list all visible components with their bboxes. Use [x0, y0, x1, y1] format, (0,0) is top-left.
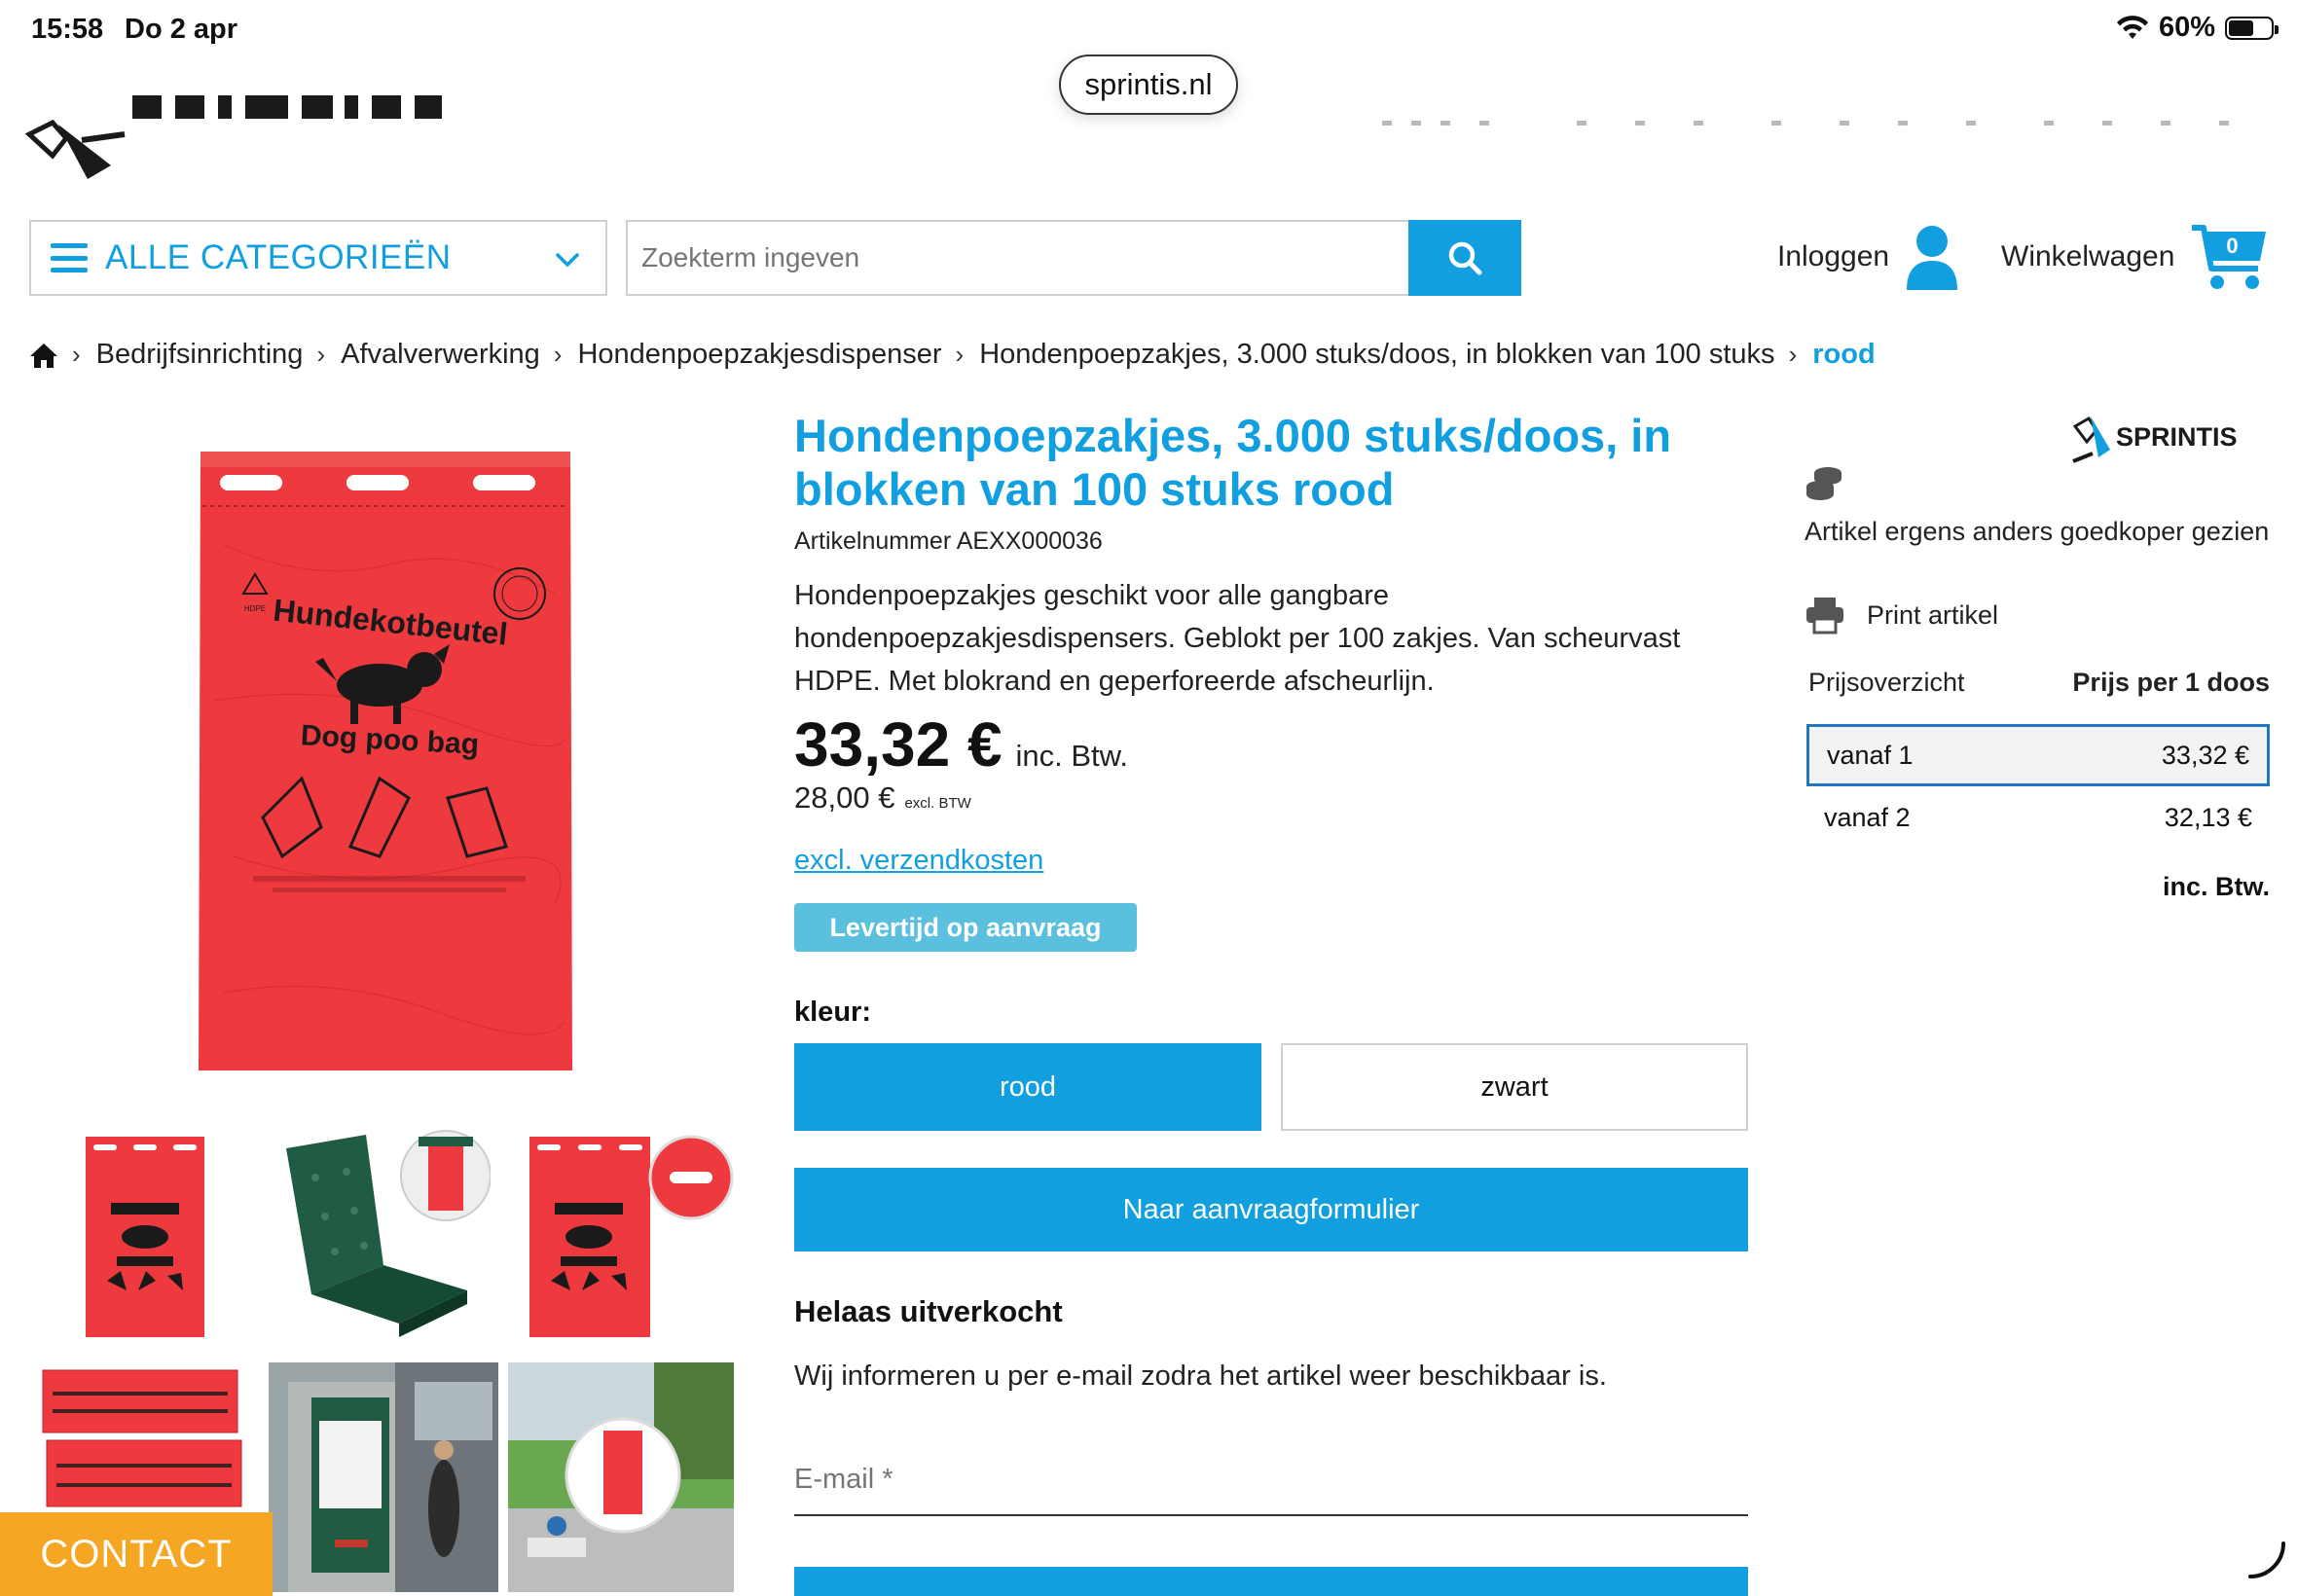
battery-icon — [2225, 16, 2279, 40]
breadcrumb-current: rood — [1812, 339, 1876, 370]
breadcrumb: › Bedrijfsinrichting › Afvalverwerking ›… — [29, 339, 1876, 371]
color-option-zwart[interactable]: zwart — [1281, 1043, 1748, 1131]
status-bar: 15:58 Do 2 apr 60% — [0, 0, 2297, 60]
contact-button[interactable]: CONTACT — [0, 1512, 273, 1596]
user-icon — [1907, 226, 1958, 290]
search-input[interactable] — [626, 220, 1408, 296]
breadcrumb-separator: › — [72, 340, 81, 369]
color-option-rood[interactable]: rood — [794, 1043, 1261, 1131]
price-tier-label: vanaf 1 — [1827, 740, 1914, 770]
cheaper-elsewhere-link[interactable]: Artikel ergens anders goedkoper gezien — [1805, 465, 2272, 552]
price-tier-price: 33,32 € — [2161, 740, 2249, 770]
svg-text:HDPE: HDPE — [244, 604, 266, 613]
search-button[interactable] — [1408, 220, 1521, 296]
login-link[interactable]: Inloggen — [1777, 222, 1959, 292]
thumbnail-green-dispenser[interactable] — [282, 1129, 491, 1337]
price-incl-value: 33,32 € — [794, 709, 1003, 780]
site-logo[interactable] — [23, 95, 529, 179]
price-table-header: Prijsoverzicht Prijs per 1 doos — [1808, 668, 2270, 698]
delivery-time-badge: Levertijd op aanvraag — [794, 903, 1137, 952]
request-form-button[interactable]: Naar aanvraagformulier — [794, 1168, 1748, 1251]
login-label: Inloggen — [1777, 240, 1890, 272]
email-field-wrapper — [794, 1444, 1748, 1516]
product-main-image[interactable]: HDPE Hundekotbeutel Dog poo bag — [195, 448, 576, 1076]
status-indicators: 60% — [2116, 12, 2279, 44]
chevron-down-icon — [556, 253, 579, 268]
color-label: kleur: — [794, 997, 871, 1028]
price-excl-value: 28,00 € — [794, 780, 895, 815]
cart-count-badge: 0 — [2226, 234, 2239, 258]
price-tier-row[interactable]: vanaf 1 33,32 € — [1806, 724, 2270, 786]
notify-submit-button[interactable] — [794, 1567, 1748, 1596]
search-icon — [1448, 241, 1482, 275]
breadcrumb-separator: › — [316, 340, 326, 369]
price-tier-label: vanaf 2 — [1824, 802, 1911, 832]
price-excl-vat: 28,00 € excl. BTW — [794, 780, 971, 816]
thumbnail-park-scene[interactable] — [508, 1362, 734, 1592]
battery-percent: 60% — [2158, 12, 2215, 43]
cheaper-elsewhere-text: Artikel ergens anders goedkoper gezien — [1805, 517, 2270, 546]
soldout-title: Helaas uitverkocht — [794, 1294, 1063, 1328]
product-description: Hondenpoepzakjes geschikt voor alle gang… — [794, 580, 1681, 697]
breadcrumb-item[interactable]: Bedrijfsinrichting — [96, 339, 304, 371]
all-categories-button[interactable]: ALLE CATEGORIEËN — [29, 220, 607, 296]
battery-level-fill — [2229, 19, 2254, 36]
loading-spinner-icon — [2248, 1542, 2285, 1578]
email-field[interactable] — [794, 1444, 1748, 1514]
breadcrumb-separator: › — [1788, 340, 1798, 369]
thumbnail-bag-blocks[interactable] — [39, 1362, 253, 1512]
brand-logo: SPRINTIS — [2069, 409, 2270, 465]
print-article-label: Print artikel — [1867, 599, 1999, 630]
thumbnail-red-bag[interactable] — [82, 1135, 208, 1339]
wifi-icon — [2116, 15, 2148, 39]
coins-icon — [1806, 467, 1841, 500]
breadcrumb-item[interactable]: Hondenpoepzakjesdispenser — [577, 339, 941, 371]
printer-icon — [1806, 598, 1843, 635]
thumbnail-dispenser-street[interactable] — [269, 1362, 498, 1592]
brand-logo-text: SPRINTIS — [2116, 422, 2238, 452]
cart-link[interactable]: Winkelwagen 0 — [2001, 222, 2270, 292]
top-nav-cutoff — [1382, 107, 2258, 132]
product-title: Hondenpoepzakjes, 3.000 stuks/doos, in b… — [794, 410, 1672, 515]
soldout-notice: Wij informeren u per e-mail zodra het ar… — [794, 1360, 1607, 1392]
all-categories-label: ALLE CATEGORIEËN — [105, 238, 452, 276]
status-time: 15:58 — [31, 14, 104, 45]
price-incl-vat: 33,32 € inc. Btw. — [794, 708, 1128, 780]
price-tier-price: 32,13 € — [2164, 802, 2252, 832]
menu-icon — [51, 243, 88, 272]
url-bar[interactable]: sprintis.nl — [1059, 54, 1238, 115]
status-date: Do 2 apr — [125, 14, 238, 45]
breadcrumb-item[interactable]: Afvalverwerking — [341, 339, 540, 371]
price-incl-label: inc. Btw. — [1015, 739, 1128, 773]
breadcrumb-separator: › — [955, 340, 965, 369]
price-tier-row[interactable]: vanaf 2 32,13 € — [1806, 786, 2270, 849]
cart-label: Winkelwagen — [2001, 240, 2175, 272]
cart-icon: 0 — [2190, 222, 2270, 292]
thumbnail-red-bag-detail[interactable] — [526, 1135, 734, 1339]
shipping-costs-link[interactable]: excl. verzendkosten — [794, 845, 1043, 877]
print-article-link[interactable]: Print artikel — [1805, 596, 1998, 635]
home-icon[interactable] — [29, 342, 58, 369]
price-excl-label: excl. BTW — [904, 795, 971, 812]
price-table-footer: inc. Btw. — [2162, 872, 2270, 901]
breadcrumb-item[interactable]: Hondenpoepzakjes, 3.000 stuks/doos, in b… — [979, 339, 1774, 371]
breadcrumb-separator: › — [553, 340, 563, 369]
price-table-header-left: Prijsoverzicht — [1808, 668, 1965, 697]
product-sku: Artikelnummer AEXX000036 — [794, 527, 1103, 555]
price-table-header-right: Prijs per 1 doos — [2072, 668, 2270, 697]
